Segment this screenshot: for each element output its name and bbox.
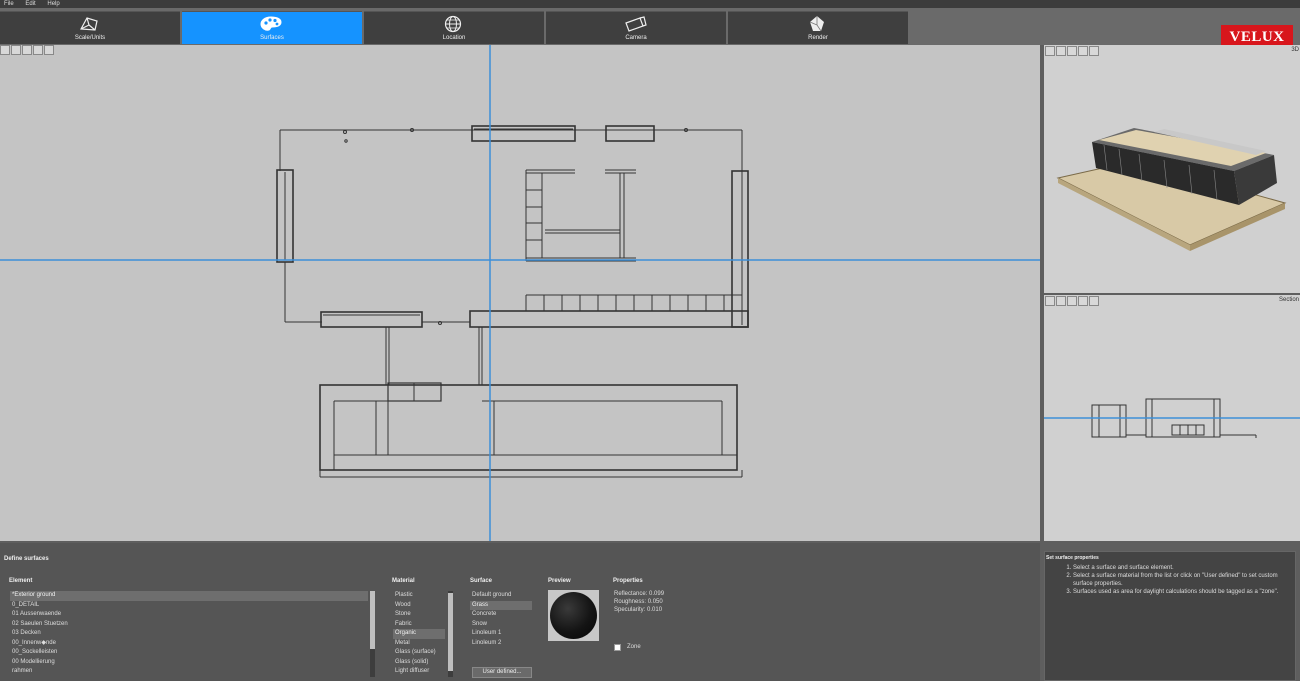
zone-checkbox[interactable] [614,644,621,651]
material-item[interactable]: Organic [393,629,445,639]
element-item[interactable]: 00 Modellierung [10,658,368,668]
material-item[interactable]: Light diffuser [393,667,445,677]
menu-file[interactable]: File [4,0,14,8]
menu-edit[interactable]: Edit [25,0,35,8]
roughness-value: Roughness: 0.050 [614,599,663,605]
menu-bar: File Edit Help [0,0,1300,8]
section-viewport[interactable]: Section [1044,295,1300,541]
tab-label: Render [808,35,828,41]
plan-viewport[interactable] [0,45,1040,541]
element-item[interactable]: rahmen [10,667,368,677]
material-item[interactable]: Metal [393,639,445,649]
globe-icon [444,15,462,33]
surface-item[interactable]: Snow [470,620,532,630]
panel-title: Define surfaces [4,556,49,562]
tab-label: Surfaces [260,35,284,41]
tab-scale-units[interactable]: Scale/Units [0,11,180,44]
element-item[interactable]: 0_DETAIL [10,601,368,611]
element-item[interactable]: 00_Innenw◆nde [10,639,368,649]
section-drawing [1044,398,1300,438]
main-toolbar: Scale/Units Surfaces Location Camera Ren… [0,8,1300,49]
element-list[interactable]: *Exterior ground 0_DETAIL 01 Aussenwaend… [10,591,368,677]
preview-header: Preview [548,578,571,584]
menu-help[interactable]: Help [47,0,59,8]
surface-item[interactable]: Default ground [470,591,532,601]
properties-header: Properties [613,578,643,584]
tab-label: Camera [625,35,647,41]
material-header: Material [392,578,415,584]
surface-list[interactable]: Default ground Grass Concrete Snow Linol… [470,591,532,648]
surface-item[interactable]: Concrete [470,610,532,620]
user-defined-button[interactable]: User defined... [472,667,532,678]
help-step: Select a surface material from the list … [1073,572,1288,588]
surface-item[interactable]: Linoleum 2 [470,639,532,649]
building-3d-render [1056,128,1287,251]
zone-label: Zone [627,644,641,650]
properties-list: Reflectance: 0.099 Roughness: 0.050 Spec… [612,590,692,614]
material-item[interactable]: Wood [393,601,445,611]
surface-item[interactable]: Grass [470,600,532,610]
help-steps: Select a surface and surface element. Se… [1053,564,1288,596]
tab-location[interactable]: Location [364,11,544,44]
specularity-value: Specularity: 0.010 [614,607,663,613]
reflectance-value: Reflectance: 0.099 [614,591,665,597]
perspective-viewport[interactable]: 3D [1044,45,1300,293]
element-item[interactable]: 00_Sockelleisten [10,648,368,658]
material-item[interactable]: Plastic [393,591,445,601]
element-item[interactable]: 03 Decken [10,629,368,639]
material-item[interactable]: Glass (surface) [393,648,445,658]
material-item[interactable]: Stone [393,610,445,620]
material-item[interactable]: Glass (solid) [393,658,445,668]
render-icon [809,16,824,32]
help-step: Surfaces used as area for daylight calcu… [1073,588,1288,596]
scale-units-icon [80,17,98,31]
help-step: Select a surface and surface element. [1073,564,1288,572]
help-panel: Set surface properties Select a surface … [1044,551,1296,681]
element-item[interactable]: *Exterior ground [10,591,368,601]
element-scrollbar[interactable] [370,591,375,677]
element-item[interactable]: 02 Saeulen Stuetzen [10,620,368,630]
surface-item[interactable]: Linoleum 1 [470,629,532,639]
floor-plan-drawing [0,45,1040,541]
element-header: Element [9,578,33,584]
material-list[interactable]: Plastic Wood Stone Fabric Organic Metal … [393,591,445,677]
help-title: Set surface properties [1046,555,1099,561]
tab-label: Scale/Units [74,35,106,41]
tab-render[interactable]: Render [728,11,908,44]
camera-icon [625,16,647,32]
surfaces-palette-icon [260,16,282,31]
tab-camera[interactable]: Camera [546,11,726,44]
material-preview [548,590,599,641]
define-surfaces-panel: Define surfaces Element *Exterior ground… [0,543,1040,681]
tab-label: Location [442,35,466,41]
surface-header: Surface [470,578,493,584]
tab-surfaces[interactable]: Surfaces [182,11,362,44]
material-scrollbar[interactable] [448,591,453,677]
material-item[interactable]: Fabric [393,620,445,630]
element-item[interactable]: 01 Aussenwaende [10,610,368,620]
preview-sphere [550,592,597,639]
